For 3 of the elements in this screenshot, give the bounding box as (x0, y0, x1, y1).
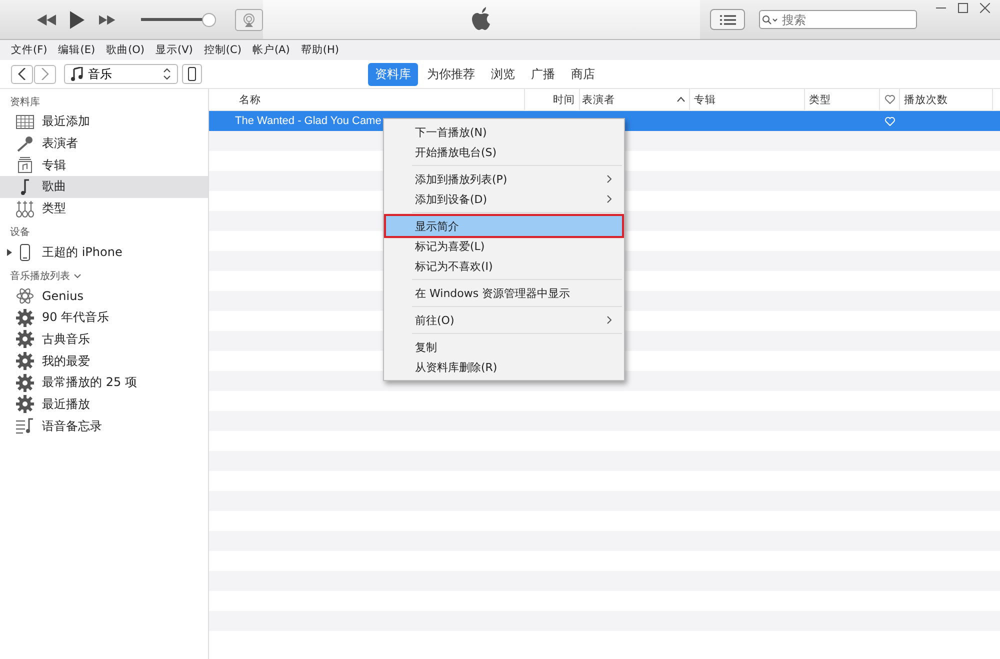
section-heading: 资料库 (10, 96, 40, 109)
section-heading: 设备 (10, 226, 30, 240)
section-heading: 音乐播放列表 (10, 270, 70, 284)
